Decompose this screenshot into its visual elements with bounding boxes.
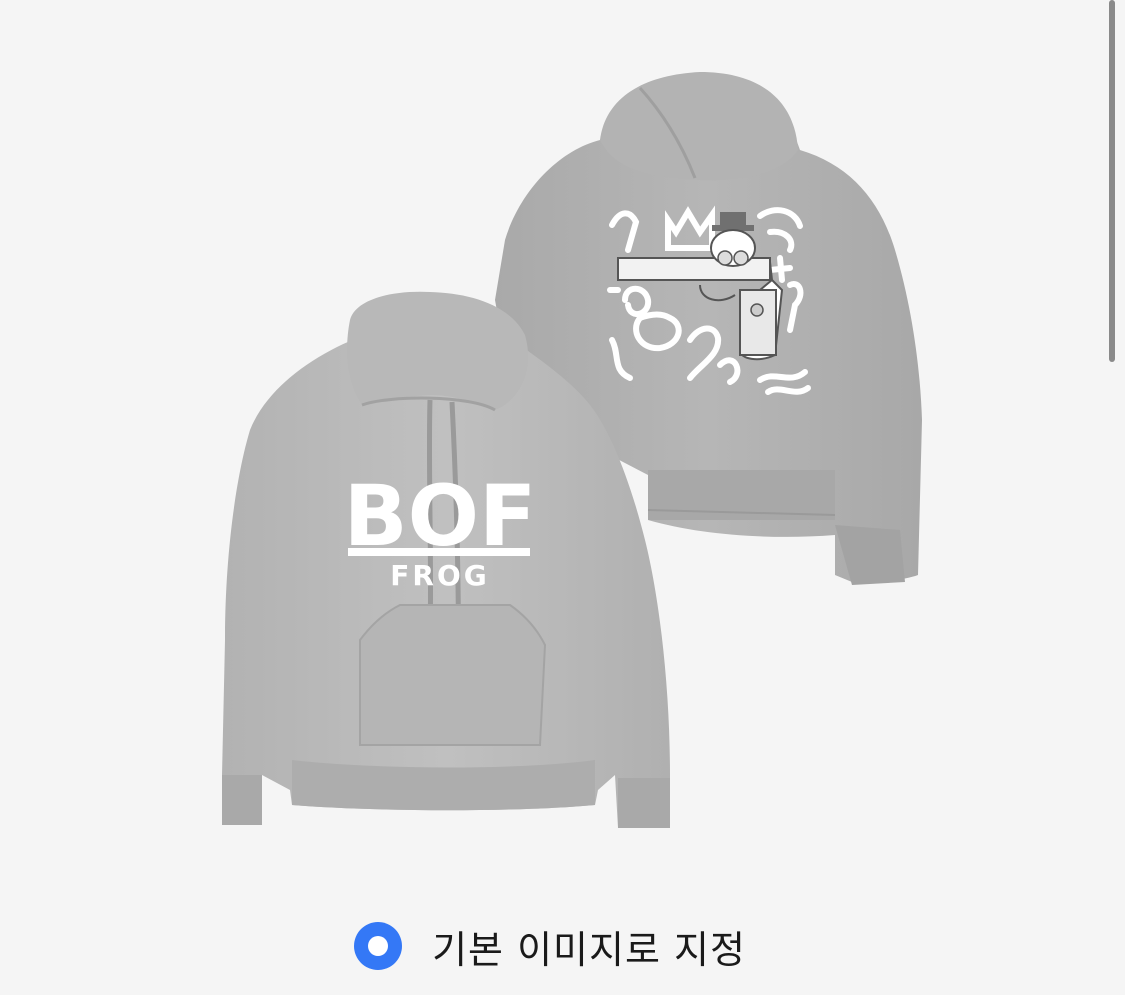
front-print-subtext: FROG <box>390 559 489 592</box>
default-image-radio[interactable] <box>354 922 403 970</box>
default-image-label: 기본 이미지로 지정 <box>432 927 746 972</box>
product-image-page: BOF FROG 기본 이미지로 지정 <box>0 0 1125 995</box>
scrollbar-thumb[interactable] <box>1109 0 1115 362</box>
set-default-image-option[interactable]: 기본 이미지로 지정 <box>0 918 1100 974</box>
scrollbar[interactable] <box>1103 0 1125 995</box>
radio-selected-dot <box>368 936 389 956</box>
hoodie-product-image: BOF FROG <box>222 72 922 828</box>
